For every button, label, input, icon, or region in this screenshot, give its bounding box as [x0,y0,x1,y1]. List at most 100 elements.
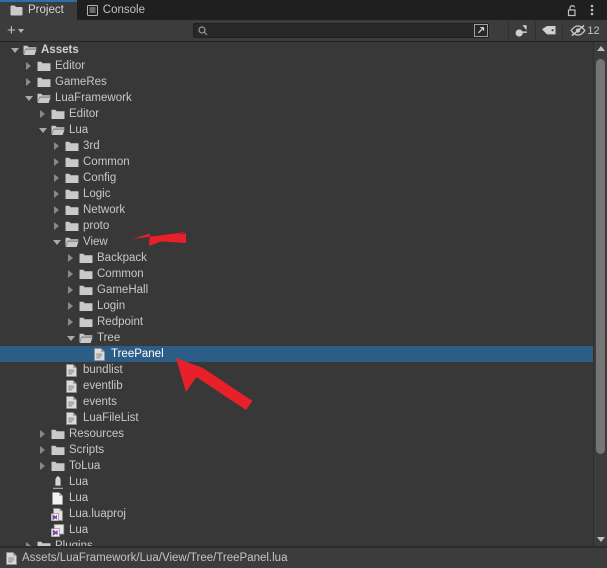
asset-type-filter-icon[interactable] [508,21,535,40]
tree-row[interactable]: LuaFileList [0,410,607,426]
vertical-scrollbar[interactable] [593,42,607,546]
tree-row[interactable]: GameRes [0,74,607,90]
tree-row[interactable]: Logic [0,186,607,202]
tree-row[interactable]: bundlist [0,362,607,378]
chevron-right-icon[interactable] [36,426,49,442]
tree-row[interactable]: View [0,234,607,250]
tree-row[interactable]: Editor [0,106,607,122]
text-file-icon [66,379,77,393]
hidden-packages-toggle[interactable]: 12 [562,21,607,40]
folder-icon [37,541,50,546]
tree-row[interactable]: LuaFramework [0,90,607,106]
chevron-right-icon[interactable] [36,442,49,458]
tree-row-label: LuaFileList [83,412,139,424]
chevron-down-glyph [24,95,33,101]
folder-icon [79,317,92,327]
search-input[interactable] [208,24,488,37]
tree-row[interactable]: Plugins [0,538,607,546]
tree-row[interactable]: Assets [0,42,607,58]
tree-row[interactable]: GameHall [0,282,607,298]
tree-row[interactable]: 3rd [0,138,607,154]
tree-row[interactable]: Tree [0,330,607,346]
label-filter-icon[interactable] [535,21,562,40]
vs-project-icon [51,507,63,521]
chevron-right-glyph [68,254,73,262]
folder-icon [79,301,92,311]
chevron-right-glyph [68,302,73,310]
chevron-right-icon[interactable] [50,154,63,170]
tree-row[interactable]: Scripts [0,442,607,458]
chevron-right-icon[interactable] [50,186,63,202]
chevron-down-icon[interactable] [50,234,63,250]
chevron-right-icon[interactable] [50,170,63,186]
project-tree[interactable]: Assets Editor GameRes LuaFramework Editor Lua… [0,42,607,546]
status-bar: Assets/LuaFramework/Lua/View/Tree/TreePa… [0,547,607,568]
tree-row[interactable]: Backpack [0,250,607,266]
chevron-right-icon[interactable] [22,58,35,74]
folder-open-icon [65,237,79,247]
tree-row[interactable]: Login [0,298,607,314]
scrollbar-thumb[interactable] [596,59,605,454]
chevron-down-icon[interactable] [22,90,35,106]
chevron-right-icon[interactable] [64,266,77,282]
folder-icon [51,429,64,439]
tree-row[interactable]: Editor [0,58,607,74]
search-field[interactable] [193,23,489,38]
project-tree-panel: Assets Editor GameRes LuaFramework Editor Lua… [0,42,607,547]
chevron-down-icon[interactable] [64,330,77,346]
tree-row[interactable]: Common [0,154,607,170]
chevron-right-icon[interactable] [36,106,49,122]
text-file-icon [66,411,77,425]
tree-row-label: Common [83,156,130,168]
text-file-icon [6,551,17,565]
tree-row-label: Network [83,204,126,216]
tree-row[interactable]: Config [0,170,607,186]
text-file-icon [63,394,80,410]
chevron-right-icon[interactable] [64,298,77,314]
tree-row-label: Assets [41,44,79,56]
chevron-down-icon[interactable] [36,122,49,138]
chevron-right-icon[interactable] [64,250,77,266]
tree-row[interactable]: Common [0,266,607,282]
tree-row[interactable]: Redpoint [0,314,607,330]
lock-icon[interactable] [563,1,581,19]
search-expand-icon[interactable] [472,23,489,38]
text-file-icon [63,378,80,394]
tab-project[interactable]: Project [0,0,77,20]
tab-console[interactable]: Console [77,0,158,20]
scroll-down-button[interactable] [594,533,607,546]
tree-row[interactable]: events [0,394,607,410]
tree-row-selected[interactable]: TreePanel [0,346,607,362]
chevron-down-icon[interactable] [8,42,21,58]
chevron-right-icon[interactable] [50,202,63,218]
chevron-right-icon[interactable] [22,74,35,90]
chevron-right-icon[interactable] [64,282,77,298]
tree-row[interactable]: Lua [0,122,607,138]
tree-row[interactable]: eventlib [0,378,607,394]
text-file-icon [63,410,80,426]
create-asset-button[interactable]: + [0,22,30,39]
tree-row[interactable]: Lua [0,522,607,538]
chevron-right-icon[interactable] [22,538,35,546]
create-asset-label: + [7,22,16,39]
tree-row[interactable]: Resources [0,426,607,442]
folder-open-icon [77,330,94,346]
chevron-right-icon[interactable] [50,138,63,154]
chevron-right-icon[interactable] [64,314,77,330]
tree-row[interactable]: Lua [0,474,607,490]
chevron-right-icon[interactable] [36,458,49,474]
tree-row[interactable]: Lua [0,490,607,506]
folder-icon [63,218,80,234]
tree-row-label: Config [83,172,117,184]
scroll-up-button[interactable] [594,42,607,55]
kebab-menu-icon[interactable] [583,1,601,19]
folder-icon [10,5,23,16]
tree-row[interactable]: ToLua [0,458,607,474]
tree-row[interactable]: Lua.luaproj [0,506,607,522]
chevron-right-icon[interactable] [50,218,63,234]
tree-row[interactable]: proto [0,218,607,234]
tree-row[interactable]: Network [0,202,607,218]
chevron-down-glyph [66,335,75,341]
